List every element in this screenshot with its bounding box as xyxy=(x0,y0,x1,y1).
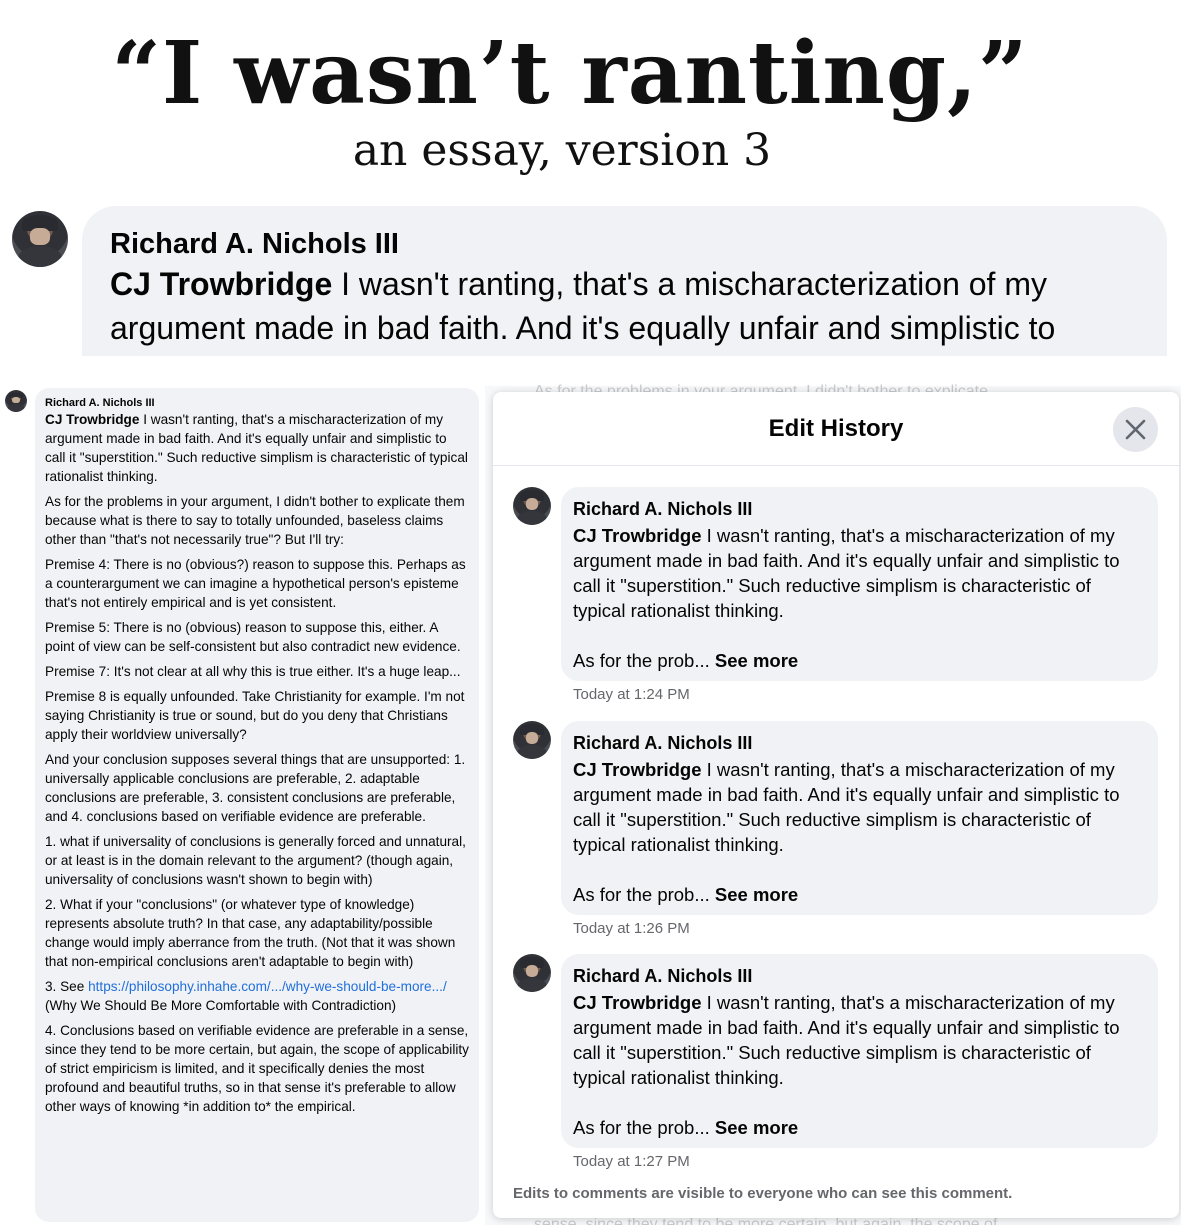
comment-text: CJ Trowbridge I wasn't ranting, that's a… xyxy=(573,759,1120,855)
comment-author[interactable]: Richard A. Nichols III xyxy=(573,497,1146,521)
comment-bubble: Richard A. Nichols III CJ Trowbridge I w… xyxy=(561,954,1158,1148)
comment-paragraph: CJ Trowbridge I wasn't ranting, that's a… xyxy=(45,412,468,484)
comment-author[interactable]: Richard A. Nichols III xyxy=(110,226,1167,262)
see-more-link[interactable]: See more xyxy=(715,1117,798,1138)
avatar[interactable] xyxy=(12,211,68,267)
comment-paragraph: And your conclusion supposes several thi… xyxy=(45,752,466,824)
avatar[interactable] xyxy=(513,954,551,992)
close-button[interactable] xyxy=(1113,407,1158,452)
see-more-link[interactable]: See more xyxy=(715,884,798,905)
mention-tag[interactable]: CJ Trowbridge xyxy=(45,412,139,427)
comment-text-line1: I wasn't ranting, that's a mischaracteri… xyxy=(332,266,1047,302)
mention-tag[interactable]: CJ Trowbridge xyxy=(573,525,702,546)
full-comment-bubble: Richard A. Nichols III CJ Trowbridge I w… xyxy=(35,388,479,1222)
avatar[interactable] xyxy=(513,721,551,759)
comment-preview: As for the prob... See more xyxy=(573,884,799,905)
comment-paragraph: 1. what if universality of conclusions i… xyxy=(45,834,466,887)
avatar[interactable] xyxy=(5,390,27,412)
comment-text-line2: argument made in bad faith. And it's equ… xyxy=(110,310,1056,346)
timestamp[interactable]: Today at 1:26 PM xyxy=(573,919,690,939)
comment-bubble: Richard A. Nichols III CJ Trowbridge I w… xyxy=(561,721,1158,915)
modal-header: Edit History xyxy=(493,392,1179,466)
comment-text: CJ Trowbridge I wasn't ranting, that's a… xyxy=(573,525,1120,621)
comment-paragraph: As for the problems in your argument, I … xyxy=(45,494,465,547)
comment-bubble: Richard A. Nichols III CJ Trowbridge I w… xyxy=(561,487,1158,681)
modal-footer-note: Edits to comments are visible to everyon… xyxy=(513,1185,1013,1202)
comment-author[interactable]: Richard A. Nichols III xyxy=(573,964,1146,988)
avatar[interactable] xyxy=(513,487,551,525)
comment-text: CJ Trowbridge I wasn't ranting, that's a… xyxy=(573,992,1120,1088)
page-subtitle: an essay, version 3 xyxy=(352,125,772,176)
comment-paragraph: Premise 5: There is no (obvious) reason … xyxy=(45,620,461,654)
comment-author[interactable]: Richard A. Nichols III xyxy=(45,396,469,410)
zoomed-comment-bubble: Richard A. Nichols III CJ Trowbridge I w… xyxy=(82,206,1167,356)
comment-paragraph: 2. What if your "conclusions" (or whatev… xyxy=(45,897,456,969)
external-link[interactable]: https://philosophy.inhahe.com/.../why-we… xyxy=(88,979,447,994)
mention-tag[interactable]: CJ Trowbridge xyxy=(573,992,702,1013)
mention-tag[interactable]: CJ Trowbridge xyxy=(110,266,332,302)
see-more-link[interactable]: See more xyxy=(715,650,798,671)
timestamp[interactable]: Today at 1:24 PM xyxy=(573,685,690,705)
faded-background-text: As for the problems in your argument, I … xyxy=(534,383,988,392)
modal-title: Edit History xyxy=(768,415,904,442)
mention-tag[interactable]: CJ Trowbridge xyxy=(573,759,702,780)
close-icon xyxy=(1125,419,1146,440)
comment-paragraph: 3. See https://philosophy.inhahe.com/...… xyxy=(45,979,447,1013)
timestamp[interactable]: Today at 1:27 PM xyxy=(573,1152,690,1172)
page-title: “I wasn’t ranting,” xyxy=(111,23,1029,124)
comment-preview: As for the prob... See more xyxy=(573,650,799,671)
comment-preview: As for the prob... See more xyxy=(573,1117,799,1138)
edit-history-modal: Edit History Richard A. Nichols III CJ T… xyxy=(493,392,1179,1218)
comment-paragraph: Premise 8 is equally unfounded. Take Chr… xyxy=(45,689,465,742)
comment-paragraph: 4. Conclusions based on verifiable evide… xyxy=(45,1023,469,1114)
comment-paragraph: Premise 7: It's not clear at all why thi… xyxy=(45,664,461,679)
comment-paragraph: Premise 4: There is no (obvious?) reason… xyxy=(45,557,466,610)
comment-author[interactable]: Richard A. Nichols III xyxy=(573,731,1146,755)
comment-text: CJ Trowbridge I wasn't ranting, that's a… xyxy=(110,262,1160,350)
